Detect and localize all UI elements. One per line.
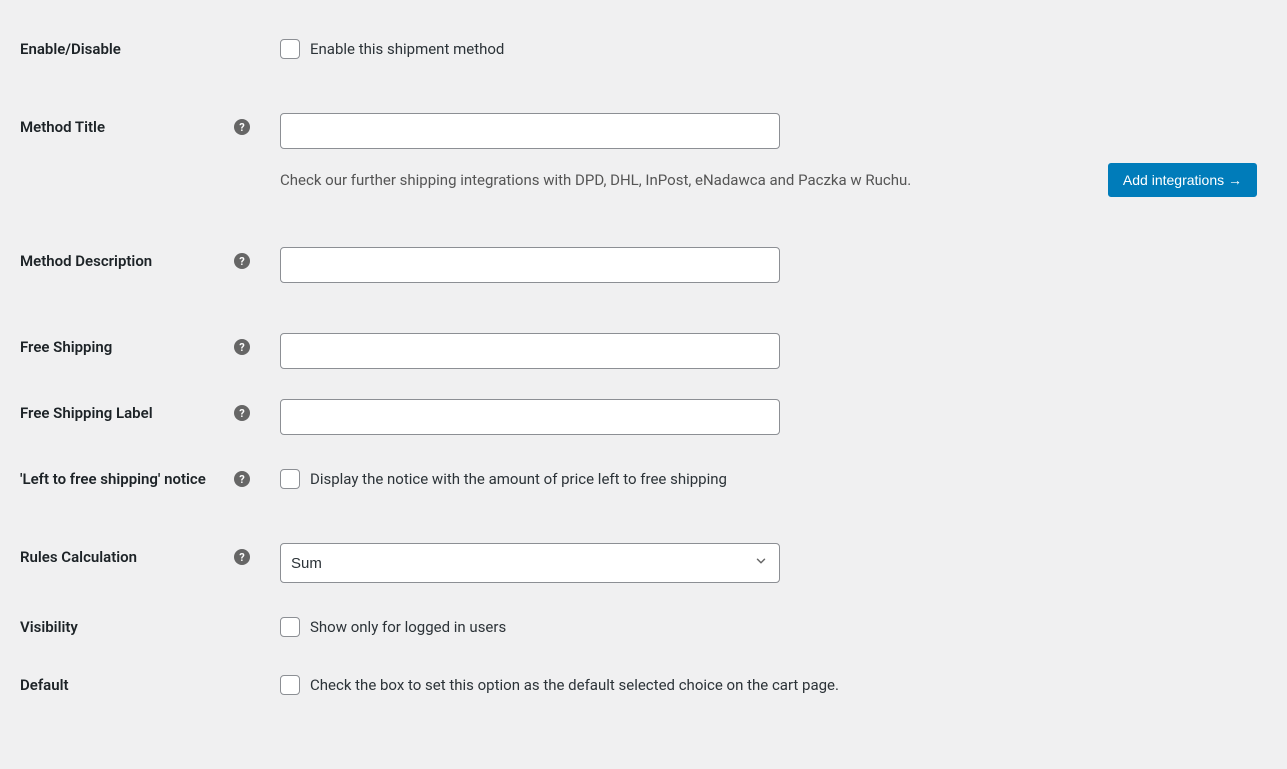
left-to-free-shipping-label: 'Left to free shipping' notice [20,470,206,488]
default-checkbox-label: Check the box to set this option as the … [310,676,839,694]
free-shipping-input[interactable] [280,333,780,369]
help-icon[interactable]: ? [234,119,250,135]
method-title-helper-text: Check our further shipping integrations … [280,171,1092,189]
free-shipping-label-input[interactable] [280,399,780,435]
enable-disable-checkbox-label: Enable this shipment method [310,40,504,58]
left-to-free-shipping-checkbox-label: Display the notice with the amount of pr… [310,470,727,488]
free-shipping-label-label: Free Shipping Label [20,404,153,422]
visibility-checkbox[interactable] [280,617,300,637]
add-integrations-button[interactable]: Add integrations → [1108,163,1257,197]
default-checkbox[interactable] [280,675,300,695]
method-title-input[interactable] [280,113,780,149]
settings-form-table: Enable/Disable Enable this shipment meth… [20,20,1267,714]
help-icon[interactable]: ? [234,405,250,421]
default-label: Default [20,676,69,694]
enable-disable-checkbox[interactable] [280,39,300,59]
rules-calculation-label: Rules Calculation [20,548,137,566]
enable-disable-label: Enable/Disable [20,40,121,58]
help-icon[interactable]: ? [234,471,250,487]
visibility-checkbox-label: Show only for logged in users [310,618,506,636]
rules-calculation-select[interactable]: Sum [280,543,780,583]
visibility-label: Visibility [20,618,78,636]
help-icon[interactable]: ? [234,253,250,269]
help-icon[interactable]: ? [234,549,250,565]
help-icon[interactable]: ? [234,339,250,355]
method-description-label: Method Description [20,252,152,270]
left-to-free-shipping-checkbox[interactable] [280,469,300,489]
method-title-label: Method Title [20,118,105,136]
free-shipping-label: Free Shipping [20,338,112,356]
method-description-input[interactable] [280,247,780,283]
